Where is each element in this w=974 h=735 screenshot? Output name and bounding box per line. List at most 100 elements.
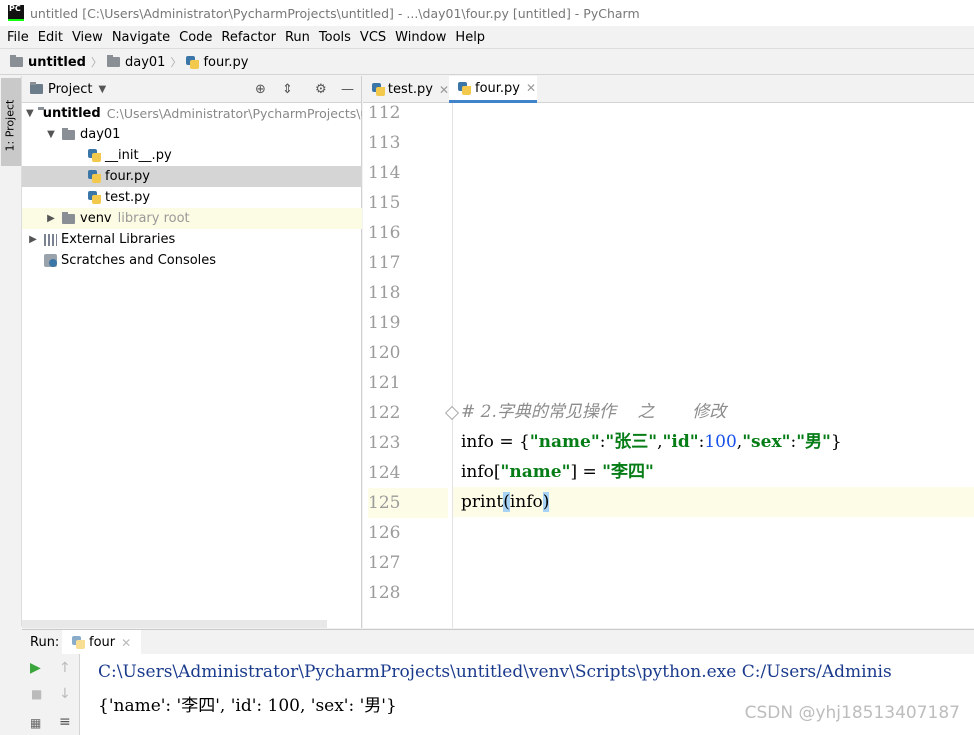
menu-vcs[interactable]: VCS bbox=[356, 30, 390, 45]
project-view-icon bbox=[30, 82, 43, 94]
tree-item-label: Scratches and Consoles bbox=[61, 253, 217, 268]
breadcrumb-folder[interactable]: day01 bbox=[106, 54, 166, 70]
code-token-string: "男" bbox=[796, 432, 831, 452]
menu-edit[interactable]: Edit bbox=[34, 30, 67, 45]
run-tab-four[interactable]: four ✕ bbox=[62, 630, 142, 655]
horizontal-scrollbar[interactable] bbox=[22, 620, 327, 628]
run-label: Run: bbox=[30, 634, 60, 650]
tree-item-untitled[interactable]: ▼ untitled C:\Users\Administrator\Pychar… bbox=[22, 103, 362, 124]
code-token-string: "id" bbox=[662, 432, 699, 452]
line-number: 115 bbox=[368, 193, 401, 213]
line-number: 113 bbox=[368, 133, 401, 153]
close-icon[interactable]: ✕ bbox=[121, 636, 131, 650]
tab-test-py[interactable]: test.py ✕ bbox=[363, 76, 449, 103]
line-number: 124 bbox=[368, 463, 401, 483]
chevron-down-icon[interactable]: ▼ bbox=[26, 108, 34, 119]
tree-item-init-py[interactable]: __init__.py bbox=[22, 145, 362, 166]
chevron-right-icon[interactable]: ▶ bbox=[26, 234, 40, 245]
watermark: CSDN @yhj18513407187 bbox=[744, 703, 960, 723]
line-number: 126 bbox=[368, 523, 401, 543]
line-number: 114 bbox=[368, 163, 401, 183]
python-file-icon bbox=[88, 170, 101, 183]
menu-refactor[interactable]: Refactor bbox=[217, 30, 280, 45]
collapse-all-icon[interactable]: ⇕ bbox=[282, 82, 293, 97]
code-token-number: 100 bbox=[704, 432, 737, 452]
menu-help[interactable]: Help bbox=[451, 30, 489, 45]
tree-item-test-py[interactable]: test.py bbox=[22, 187, 362, 208]
breadcrumb-file[interactable]: four.py bbox=[186, 55, 248, 70]
minimize-icon[interactable]: — bbox=[341, 82, 354, 97]
gear-icon[interactable]: ⚙ bbox=[315, 82, 327, 97]
tab-four-py[interactable]: four.py ✕ bbox=[449, 76, 537, 103]
line-number: 118 bbox=[368, 283, 401, 303]
breadcrumb: untitled 〉 day01 〉 four.py bbox=[0, 50, 974, 75]
breadcrumb-project[interactable]: untitled bbox=[10, 55, 86, 70]
tree-item-label: __init__.py bbox=[105, 148, 172, 163]
tree-item-path-hint: C:\Users\Administrator\PycharmProjects\u bbox=[106, 106, 362, 121]
close-icon[interactable]: ✕ bbox=[526, 81, 536, 95]
chevron-down-icon[interactable]: ▼ bbox=[44, 129, 58, 140]
menu-file[interactable]: File bbox=[3, 30, 33, 45]
code-token: print bbox=[461, 492, 504, 512]
code-token-string: "sex" bbox=[742, 432, 791, 452]
layout-icon[interactable]: ▦ bbox=[30, 716, 41, 730]
line-number: 120 bbox=[368, 343, 401, 363]
code-editor[interactable]: 112 113 114 115 116 117 118 119 120 121 … bbox=[363, 103, 974, 628]
line-number: 128 bbox=[368, 583, 401, 603]
scratches-icon bbox=[44, 254, 57, 267]
arrow-up-icon[interactable]: ↑ bbox=[59, 660, 71, 676]
tree-item-external-libraries[interactable]: ▶ External Libraries bbox=[22, 229, 362, 250]
line-number: 117 bbox=[368, 253, 401, 273]
soft-wrap-icon[interactable]: ≡ bbox=[59, 714, 71, 730]
locate-icon[interactable]: ⊕ bbox=[255, 82, 266, 97]
code-token-paren: ( bbox=[503, 492, 510, 512]
stop-icon[interactable]: ■ bbox=[31, 687, 42, 701]
menu-run[interactable]: Run bbox=[281, 30, 314, 45]
breadcrumb-file-label: four.py bbox=[203, 54, 249, 70]
tree-item-day01[interactable]: ▼ day01 bbox=[22, 124, 362, 145]
close-icon[interactable]: ✕ bbox=[439, 83, 449, 97]
tool-tab-project[interactable]: 1: Project bbox=[1, 78, 21, 166]
rerun-icon[interactable]: ▶ bbox=[30, 660, 41, 676]
tree-item-venv[interactable]: ▶ venv library root bbox=[22, 208, 362, 229]
line-number: 123 bbox=[368, 433, 401, 453]
python-file-icon bbox=[372, 83, 385, 96]
tree-item-label: External Libraries bbox=[61, 232, 176, 247]
chevron-right-icon: 〉 bbox=[90, 56, 102, 69]
run-tab-label: four bbox=[89, 635, 116, 650]
menu-view[interactable]: View bbox=[68, 30, 107, 45]
code-token-string: "name" bbox=[500, 462, 571, 482]
line-number: 112 bbox=[368, 103, 401, 123]
run-console[interactable]: C:\Users\Administrator\PycharmProjects\u… bbox=[80, 654, 974, 735]
code-line-assign: info["name"] = "李四" bbox=[461, 457, 654, 487]
project-view-selector[interactable]: Project bbox=[48, 82, 92, 97]
chevron-right-icon: 〉 bbox=[170, 56, 182, 69]
code-token: info bbox=[509, 492, 543, 512]
line-number: 127 bbox=[368, 553, 401, 573]
code-token: info[ bbox=[461, 462, 501, 482]
line-number-current: 125 bbox=[368, 488, 448, 518]
menu-tools[interactable]: Tools bbox=[315, 30, 355, 45]
tree-item-four-py[interactable]: four.py bbox=[22, 166, 362, 187]
menu-window[interactable]: Window bbox=[391, 30, 450, 45]
dropdown-arrow-icon[interactable]: ▼ bbox=[98, 84, 106, 95]
code-token: ] = bbox=[570, 462, 603, 482]
window-title: untitled [C:\Users\Administrator\Pycharm… bbox=[30, 5, 640, 21]
arrow-down-icon[interactable]: ↓ bbox=[59, 686, 71, 702]
breadcrumb-folder-label: day01 bbox=[124, 54, 166, 70]
tree-item-scratches[interactable]: Scratches and Consoles bbox=[22, 250, 362, 271]
tree-item-hint: library root bbox=[117, 211, 190, 226]
menu-bar: File Edit View Navigate Code Refactor Ru… bbox=[0, 26, 974, 49]
tool-tab-project-label: 1: Project bbox=[3, 99, 17, 152]
chevron-right-icon[interactable]: ▶ bbox=[44, 213, 58, 224]
folder-icon bbox=[62, 211, 75, 224]
pycharm-logo-icon: PC bbox=[8, 5, 24, 21]
tree-item-label: day01 bbox=[80, 127, 121, 142]
menu-navigate[interactable]: Navigate bbox=[108, 30, 174, 45]
editor-tab-bar: test.py ✕ four.py ✕ bbox=[363, 76, 974, 103]
menu-code[interactable]: Code bbox=[175, 30, 216, 45]
python-file-icon bbox=[88, 149, 101, 162]
code-line-dict: info = {"name":"张三","id":100,"sex":"男"} bbox=[461, 427, 842, 457]
tab-label: test.py bbox=[387, 82, 433, 97]
libraries-icon bbox=[44, 233, 57, 246]
